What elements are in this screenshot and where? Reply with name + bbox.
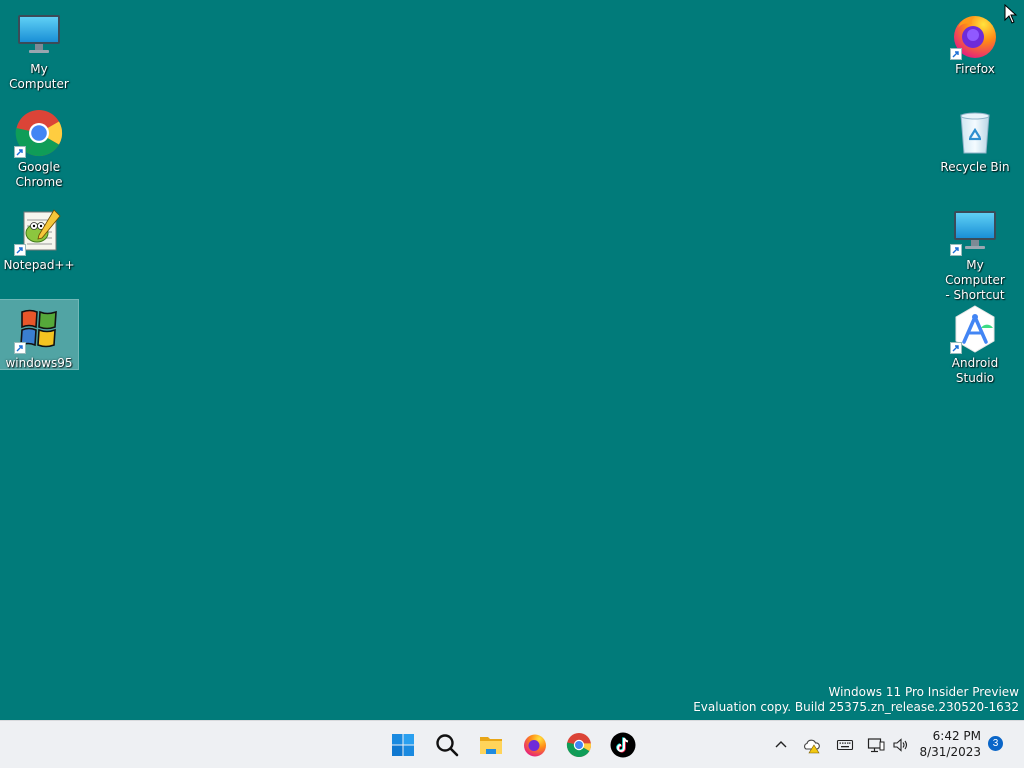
mouse-cursor-icon — [1004, 4, 1018, 24]
notepadpp-icon — [14, 206, 64, 256]
file-explorer-icon — [480, 737, 502, 754]
desktop-icon-label: My Computer — [9, 62, 69, 91]
onedrive-button[interactable] — [802, 735, 822, 755]
search-icon — [436, 734, 459, 757]
watermark-line-2: Evaluation copy. Build 25375.zn_release.… — [693, 700, 1019, 714]
chevron-up-icon — [775, 741, 787, 748]
monitor-icon — [950, 206, 1000, 256]
shortcut-arrow-icon — [14, 244, 26, 256]
taskbar-firefox-button[interactable] — [518, 728, 552, 762]
desktop-icon-label: My Computer - Shortcut — [945, 258, 1005, 302]
watermark-line-1: Windows 11 Pro Insider Preview — [828, 685, 1019, 699]
chrome-icon — [14, 108, 64, 158]
notification-badge[interactable]: 3 — [988, 736, 1003, 751]
desktop-icon-label: Recycle Bin — [940, 160, 1010, 174]
desktop-icon-recycle-bin[interactable]: Recycle Bin — [936, 104, 1014, 175]
windows-start-icon — [392, 734, 414, 756]
volume-button[interactable] — [891, 735, 911, 755]
monitor-icon — [14, 10, 64, 60]
desktop-icon-firefox[interactable]: Firefox — [936, 6, 1014, 77]
android-studio-icon — [950, 304, 1000, 354]
firefox-icon — [524, 734, 546, 757]
shortcut-arrow-icon — [950, 48, 962, 60]
shortcut-arrow-icon — [14, 342, 26, 354]
onedrive-warning-icon — [804, 739, 820, 754]
search-button[interactable] — [430, 728, 464, 762]
tiktok-icon — [610, 732, 636, 758]
keyboard-icon — [836, 739, 854, 751]
windows95-icon — [14, 304, 64, 354]
desktop-icon-windows95[interactable]: windows95 — [0, 299, 79, 370]
start-button[interactable] — [386, 728, 420, 762]
taskbar-clock[interactable]: 6:42 PM 8/31/2023 — [919, 728, 981, 760]
file-explorer-button[interactable] — [474, 728, 508, 762]
desktop-icon-label: Notepad++ — [3, 258, 75, 272]
clock-date: 8/31/2023 — [919, 745, 981, 759]
taskbar-chrome-button[interactable] — [562, 728, 596, 762]
desktop-icon-my-computer-shortcut[interactable]: My Computer - Shortcut — [936, 202, 1014, 303]
desktop-icon-my-computer[interactable]: My Computer — [0, 6, 78, 92]
desktop-icon-android-studio[interactable]: Android Studio — [936, 300, 1014, 386]
clock-time: 6:42 PM — [932, 729, 981, 743]
desktop-icon-label: Firefox — [955, 62, 995, 76]
desktop-icon-label: Android Studio — [951, 356, 999, 385]
taskbar: 6:42 PM 8/31/2023 — [0, 720, 1024, 768]
volume-icon — [893, 738, 908, 752]
desktop-icon-label: Google Chrome — [15, 160, 63, 189]
show-hidden-icons-button[interactable] — [771, 735, 791, 755]
shortcut-arrow-icon — [950, 244, 962, 256]
recycle-bin-icon — [950, 108, 1000, 158]
shortcut-arrow-icon — [950, 342, 962, 354]
desktop[interactable]: My Computer Google Chrome Notepad++ wind… — [0, 0, 1024, 720]
touch-keyboard-button[interactable] — [835, 735, 855, 755]
desktop-icon-label: windows95 — [5, 356, 73, 370]
network-icon — [867, 738, 885, 753]
evaluation-watermark: Windows 11 Pro Insider Preview Evaluatio… — [693, 685, 1019, 715]
taskbar-tiktok-button[interactable] — [606, 728, 640, 762]
network-button[interactable] — [866, 735, 886, 755]
desktop-icon-notepad-plus-plus[interactable]: Notepad++ — [0, 202, 78, 273]
desktop-icon-google-chrome[interactable]: Google Chrome — [0, 104, 78, 190]
firefox-icon — [950, 10, 1000, 60]
shortcut-arrow-icon — [14, 146, 26, 158]
chrome-icon — [566, 733, 592, 758]
